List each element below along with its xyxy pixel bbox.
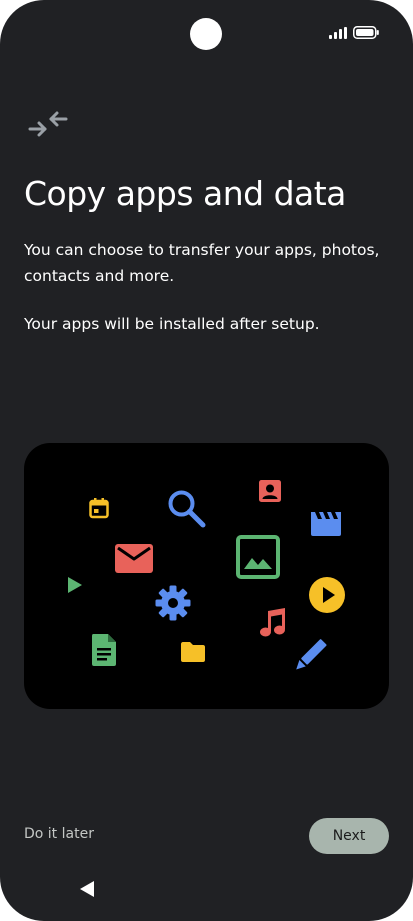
camera-cutout: [190, 18, 222, 50]
status-bar: [329, 26, 379, 39]
settings-icon: [155, 585, 191, 621]
image-icon: [236, 535, 280, 579]
play-circle-icon: [309, 577, 345, 613]
phone-screen: Copy apps and data You can choose to tra…: [0, 0, 413, 921]
pencil-icon: [296, 639, 327, 670]
page-title: Copy apps and data: [24, 174, 346, 213]
calendar-icon: [89, 498, 109, 519]
signal-icon: [329, 26, 347, 39]
folder-icon: [181, 642, 205, 662]
document-icon: [92, 634, 116, 666]
transfer-arrows-icon: [28, 111, 68, 137]
apps-install-note: Your apps will be installed after setup.: [24, 315, 320, 333]
search-icon: [168, 490, 206, 528]
music-icon: [260, 608, 285, 637]
app-data-illustration: [24, 443, 389, 709]
battery-icon: [353, 26, 379, 39]
next-button[interactable]: Next: [309, 818, 389, 854]
mail-icon: [115, 544, 153, 573]
description-text: You can choose to transfer your apps, ph…: [24, 241, 380, 285]
video-icon: [311, 512, 341, 536]
play-icon: [68, 577, 82, 593]
back-icon[interactable]: [78, 880, 96, 898]
do-it-later-button[interactable]: Do it later: [24, 826, 94, 842]
contact-icon: [259, 480, 281, 502]
